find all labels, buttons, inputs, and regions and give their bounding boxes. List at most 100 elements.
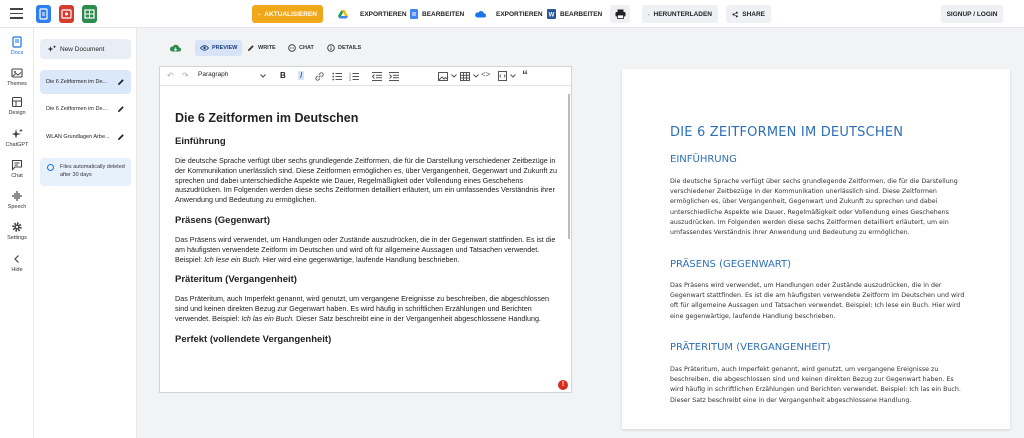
paragraph-einfuehrung: Die deutsche Sprache verfügt über sechs … xyxy=(175,156,557,205)
preview-paragraph-einfuehrung: Die deutsche Sprache verfügt über sechs … xyxy=(670,178,958,237)
chevron-down-icon[interactable] xyxy=(510,74,516,78)
svg-text:3: 3 xyxy=(349,78,351,81)
sparkle-plus-icon xyxy=(47,45,56,52)
undo-icon[interactable]: ↶ xyxy=(167,71,174,80)
document-title: Die 6 Zeitformen im Deutschen xyxy=(175,111,359,125)
heading-praeteritum: Präteritum (Vergangenheit) xyxy=(175,274,297,286)
rail-chat[interactable]: Chat xyxy=(0,159,34,179)
preview-heading-einfuehrung: EINFÜHRUNG xyxy=(670,154,737,165)
aktualisieren-button[interactable]: AKTUALISIEREN xyxy=(252,5,323,23)
themes-icon xyxy=(11,68,23,78)
info-icon xyxy=(327,44,335,52)
editor-scrollbar[interactable] xyxy=(568,94,570,239)
paragraph-praeteritum: Das Präteritum, auch Imperfekt genannt, … xyxy=(175,294,549,323)
paragraph-style-select[interactable]: Paragraph xyxy=(198,71,268,82)
gear-icon xyxy=(12,222,22,232)
pencil-icon[interactable] xyxy=(117,105,125,113)
top-bar: AKTUALISIEREN EXPORTIEREN BEARBEITEN EXP… xyxy=(0,0,1024,28)
svg-text:W: W xyxy=(549,13,555,19)
link-icon[interactable] xyxy=(315,72,324,81)
bullet-list-icon[interactable] xyxy=(332,72,342,81)
left-rail: Docs Themes Design ChatGPT Chat Speech S… xyxy=(0,28,34,438)
sheets-app-icon[interactable] xyxy=(82,5,97,23)
chevron-down-icon[interactable] xyxy=(473,74,479,78)
share-icon xyxy=(732,11,738,17)
image-icon[interactable] xyxy=(438,72,448,81)
info-icon xyxy=(47,164,54,171)
preview-title: DIE 6 ZEITFORMEN IM DEUTSCHEN xyxy=(670,125,904,140)
docs-app-icon[interactable] xyxy=(36,5,51,23)
auto-delete-info: Files automatically deleted after 30 day… xyxy=(40,158,131,186)
italic-icon[interactable]: I xyxy=(298,71,305,80)
editor-content[interactable]: Die 6 Zeitformen im Deutschen Einführung… xyxy=(175,111,560,354)
doc-item[interactable]: Die 6 Zeitformen im De... xyxy=(40,97,131,121)
tab-preview[interactable]: PREVIEW xyxy=(195,40,243,56)
chat-bubble-icon xyxy=(288,44,296,52)
signup-login-button[interactable]: SIGNUP / LOGIN xyxy=(941,5,1003,23)
sparkle-icon xyxy=(11,128,23,139)
bold-icon[interactable]: B xyxy=(280,71,286,80)
chat-icon xyxy=(11,159,23,171)
preview-heading-praeteritum: PRÄTERITUM (VERGANGENHEIT) xyxy=(670,342,831,353)
word-icon: W xyxy=(547,9,556,19)
documents-panel: New Document Die 6 Zeitformen im De... D… xyxy=(34,28,137,438)
print-button[interactable] xyxy=(610,5,630,23)
tab-chat[interactable]: CHAT xyxy=(283,40,319,56)
design-icon xyxy=(11,96,23,108)
rail-settings[interactable]: Settings xyxy=(0,221,34,241)
preview-page: DIE 6 ZEITFORMEN IM DEUTSCHEN EINFÜHRUNG… xyxy=(622,69,1010,429)
error-alert-icon[interactable]: ! xyxy=(558,380,568,390)
rail-hide[interactable]: Hide xyxy=(0,253,34,273)
pencil-icon[interactable] xyxy=(117,78,125,86)
heading-perfekt: Perfekt (vollendete Vergangenheit) xyxy=(175,333,332,345)
slides-app-icon[interactable] xyxy=(59,5,74,23)
gdocs-edit-button[interactable]: BEARBEITEN xyxy=(404,5,470,23)
cloud-save-icon[interactable] xyxy=(169,43,181,52)
outdent-icon[interactable] xyxy=(372,72,382,81)
chevron-down-icon[interactable] xyxy=(451,74,457,78)
paragraph-praesens: Das Präsens wird verwendet, um Handlunge… xyxy=(175,234,556,264)
chevron-down-icon xyxy=(260,74,266,78)
blockquote-icon[interactable]: “ xyxy=(522,68,528,82)
diamond-icon xyxy=(258,13,261,15)
doc-item[interactable]: WLAN Grundlagen Arbe... xyxy=(40,125,131,149)
editor-panel: ↶ ↷ Paragraph B I 123 <> “ Die 6 Zeitfor… xyxy=(159,66,572,393)
code-block-icon[interactable] xyxy=(498,71,509,82)
menu-icon[interactable] xyxy=(10,8,23,20)
tab-details[interactable]: DETAILS xyxy=(322,40,366,56)
download-button[interactable]: HERUNTERLADEN xyxy=(642,5,718,23)
preview-paragraph-praeteritum: Das Präteritum, auch Imperfekt genannt, … xyxy=(670,366,961,404)
rail-docs[interactable]: Docs xyxy=(0,36,34,56)
rail-themes[interactable]: Themes xyxy=(0,67,34,87)
google-docs-icon xyxy=(410,9,418,19)
pencil-icon[interactable] xyxy=(117,133,125,141)
chevron-left-icon xyxy=(14,255,19,263)
download-icon xyxy=(648,13,650,15)
word-edit-button[interactable]: W BEARBEITEN xyxy=(541,5,608,23)
editor-toolbar: ↶ ↷ Paragraph B I 123 <> “ xyxy=(160,67,571,86)
share-button[interactable]: SHARE xyxy=(726,5,771,23)
tab-write[interactable]: WRITE xyxy=(242,40,281,56)
indent-icon[interactable] xyxy=(389,72,399,81)
waveform-icon xyxy=(12,191,22,201)
table-icon[interactable] xyxy=(460,72,470,81)
document-icon xyxy=(12,36,22,48)
heading-praesens: Präsens (Gegenwart) xyxy=(175,214,271,226)
rail-chatgpt[interactable]: ChatGPT xyxy=(0,128,34,148)
preview-paragraph-praesens: Das Präsens wird verwendet, um Handlunge… xyxy=(670,282,965,320)
heading-einfuehrung: Einführung xyxy=(175,136,226,147)
eye-icon xyxy=(200,45,209,51)
printer-icon xyxy=(615,9,625,19)
preview-heading-praesens: PRÄSENS (GEGENWART) xyxy=(670,259,792,270)
code-icon[interactable]: <> xyxy=(481,70,490,79)
onedrive-export-button[interactable]: EXPORTIEREN xyxy=(468,5,549,23)
doc-item[interactable]: Die 6 Zeitformen im De... xyxy=(40,70,131,94)
redo-icon[interactable]: ↷ xyxy=(182,71,189,80)
rail-design[interactable]: Design xyxy=(0,96,34,116)
pencil-icon xyxy=(248,45,254,51)
new-document-button[interactable]: New Document xyxy=(40,39,131,59)
gdrive-export-button[interactable]: EXPORTIEREN xyxy=(332,5,413,23)
cloud-icon xyxy=(475,11,486,18)
rail-speech[interactable]: Speech xyxy=(0,190,34,210)
numbered-list-icon[interactable]: 123 xyxy=(349,72,359,81)
